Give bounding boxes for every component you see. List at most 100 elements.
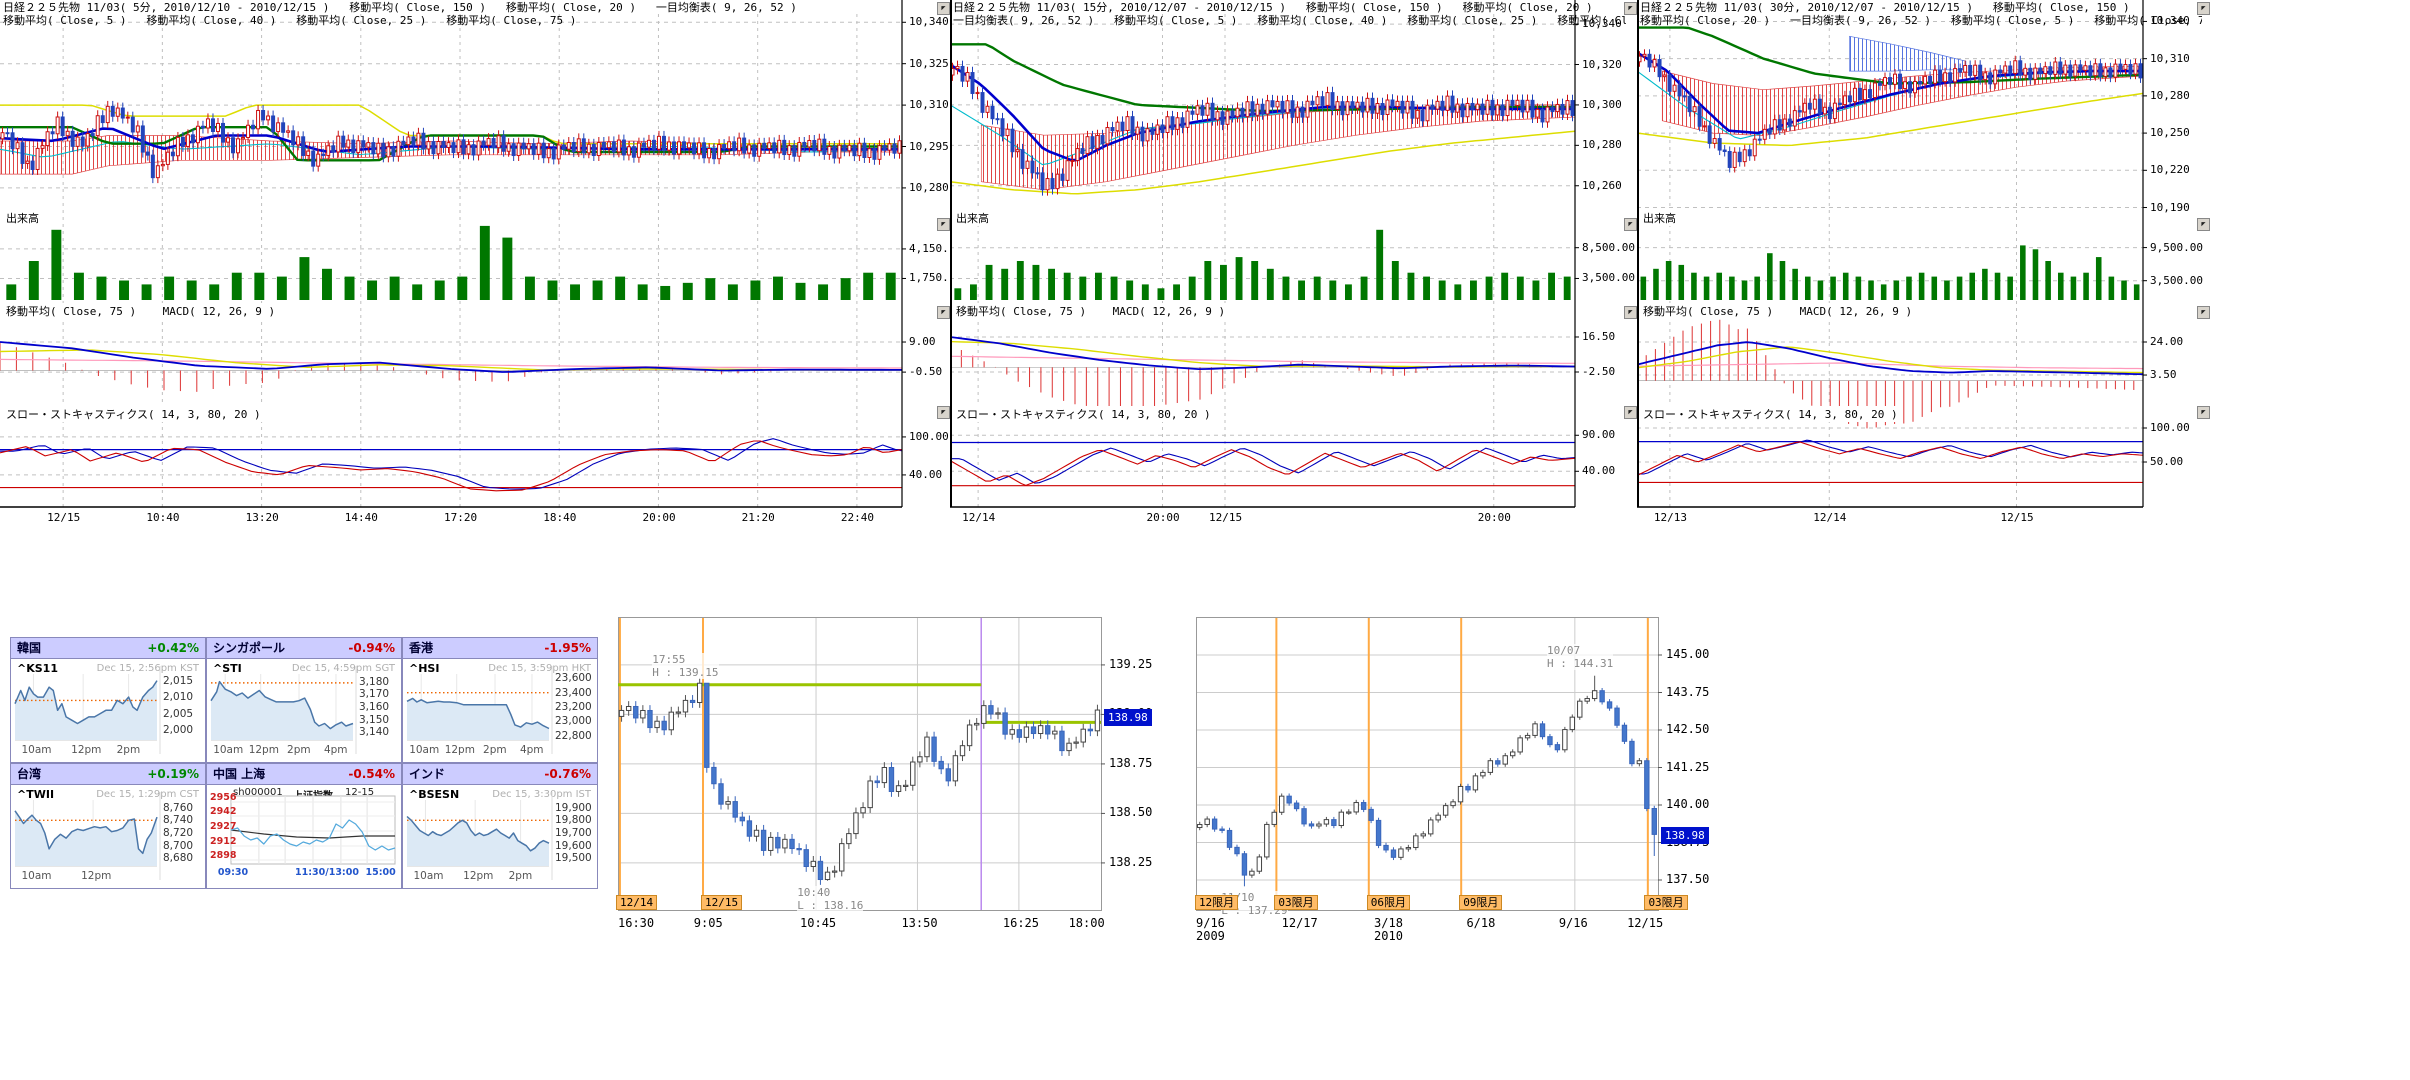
x-axis-tick-label: 6/18 [1466, 916, 1495, 930]
market-mini-chart-taiwan[interactable]: 台湾 +0.19% ^TWII Dec 15, 1:29pm CST © Yah… [10, 763, 206, 889]
chart-title: 日経２２５先物 11/03( 15分, 2010/12/07 - 2010/12… [953, 1, 1593, 14]
y-axis-tick-label: 10,280 [909, 181, 949, 194]
volume-bars-layer [1641, 245, 2140, 300]
current-price-box: 138.98 [1104, 709, 1152, 726]
date-label-box: 12/15 [701, 895, 742, 910]
chart-title: 日経２２５先物 11/03( 5分, 2010/12/10 - 2010/12/… [3, 1, 797, 14]
chart-legend: 移動平均( Close, 5 ) 移動平均( Close, 40 ) 移動平均(… [3, 14, 576, 27]
y-axis-tick-label: 2,005 [163, 708, 193, 720]
panel-scroll-icon[interactable]: ◤ [2197, 406, 2210, 419]
y-axis-tick-label: 90.00 [1582, 428, 1615, 441]
y-axis-tick-label: 10,310 [909, 98, 949, 111]
x-axis-tick-label: 15:00 [366, 867, 396, 878]
panel-scroll-icon[interactable]: ◤ [937, 2, 950, 15]
nikkei225-future-15min-canvas [950, 0, 1637, 540]
date-label-box: 03限月 [1274, 895, 1317, 910]
nikkei225-5min-chart-panel: 日経２２５先物 11/03( 5分, 2010/12/10 - 2010/12/… [0, 0, 950, 540]
panel-scroll-icon[interactable]: ◤ [2197, 306, 2210, 319]
x-axis-tick-label: 12/17 [1282, 916, 1318, 930]
x-axis-tick-label: 14:40 [345, 511, 378, 524]
market-header: 香港 -1.95% [403, 638, 597, 659]
y-axis-tick-label: 140.00 [1666, 797, 1709, 811]
y-axis-tick-label: 8,720 [163, 827, 193, 839]
chart-legend: 移動平均( Close, 20 ) 一目均衡表( 9, 26, 52 ) 移動平… [1640, 14, 2202, 27]
panel-scroll-icon[interactable]: ◤ [1624, 306, 1637, 319]
y-axis-tick-label: 10,300 [1582, 98, 1622, 111]
market-change-badge: -1.95% [544, 638, 591, 658]
price-annotation: 17:55 H : 139.15 [652, 653, 718, 679]
market-mini-chart-hongkong[interactable]: 香港 -1.95% ^HSI Dec 15, 3:59pm HKT © Yaho… [402, 637, 598, 763]
market-change-badge: +0.19% [147, 764, 199, 784]
y-axis-tick-label: 8,740 [163, 814, 193, 826]
panel-scroll-icon[interactable]: ◤ [1624, 2, 1637, 15]
y-axis-tick-label: 137.50 [1666, 872, 1709, 886]
x-axis-tick-label: 18:00 [1069, 916, 1105, 930]
x-axis-tick-label: 22:40 [841, 511, 874, 524]
y-axis-tick-label: 19,600 [555, 840, 592, 852]
volume-section-label: 出来高 [1641, 210, 1678, 226]
market-mini-chart-shanghai[interactable]: 中国 上海 -0.54% sh000001 上证指数 12-15 15:00 s… [206, 763, 402, 889]
trading-screenshot: { "colors":{ "up_candle":"#cc1111","down… [0, 0, 2410, 1080]
y-axis-tick-label: 50.00 [2150, 455, 2183, 468]
market-change-badge: -0.76% [544, 764, 591, 784]
nikkei225-15min-chart-panel: 日経２２５先物 11/03( 15分, 2010/12/07 - 2010/12… [950, 0, 1637, 540]
stochastics-section-label: スロー・ストキャスティクス( 14, 3, 80, 20 ) [1641, 406, 1900, 422]
y-axis-tick-label: 19,700 [555, 827, 592, 839]
macd-section-label: 移動平均( Close, 75 ) MACD( 12, 26, 9 ) [954, 303, 1227, 319]
x-axis-tick-label: 2pm [483, 744, 507, 756]
market-name: シンガポール [213, 638, 285, 658]
y-axis-tick-label: 100.00 [909, 430, 949, 443]
y-axis-tick-label: -0.50 [909, 365, 942, 378]
x-axis-tick-label: 2pm [287, 744, 311, 756]
price-annotation: 10/07 H : 144.31 [1547, 644, 1613, 670]
y-axis-tick-label: 10,295 [909, 140, 949, 153]
y-axis-tick-label: 10,325 [909, 57, 949, 70]
y-axis-tick-label: 23,600 [555, 672, 592, 684]
volume-bars-layer [6, 226, 895, 300]
market-mini-chart-korea[interactable]: 韓国 +0.42% ^KS11 Dec 15, 2:56pm KST © Yah… [10, 637, 206, 763]
y-axis-tick-label: 138.25 [1109, 855, 1152, 869]
x-axis-tick-label: 20:00 [1147, 511, 1180, 524]
x-axis-tick-label: 12pm [249, 744, 279, 756]
y-axis-tick-label: 3,500.00 [1582, 271, 1635, 284]
x-axis-tick-label: 10am [21, 744, 51, 756]
y-axis-tick-label: 22,800 [555, 730, 592, 742]
stochastics-layer [950, 442, 1575, 485]
panel-scroll-icon[interactable]: ◤ [1624, 406, 1637, 419]
y-axis-tick-label: 2,015 [163, 675, 193, 687]
y-axis-tick-label: 10,280 [2150, 89, 2190, 102]
date-label-box: 06限月 [1367, 895, 1410, 910]
x-axis-tick-label: 18:40 [543, 511, 576, 524]
panel-scroll-icon[interactable]: ◤ [937, 406, 950, 419]
market-mini-chart-singapore[interactable]: シンガポール -0.94% ^STI Dec 15, 4:59pm SGT © … [206, 637, 402, 763]
market-mini-chart-india[interactable]: インド -0.76% ^BSESN Dec 15, 3:30pm IST © Y… [402, 763, 598, 889]
x-axis-tick-label: 12/15 [1209, 511, 1242, 524]
panel-scroll-icon[interactable]: ◤ [2197, 218, 2210, 231]
y-axis-tick-label: 4,150. [909, 242, 949, 255]
y-axis-tick-label: 3,500.00 [2150, 274, 2203, 287]
stochastics-section-label: スロー・ストキャスティクス( 14, 3, 80, 20 ) [954, 406, 1213, 422]
y-axis-tick-label: 3,150 [359, 714, 389, 726]
x-axis-tick-label: 12pm [445, 744, 475, 756]
panel-scroll-icon[interactable]: ◤ [937, 218, 950, 231]
panel-scroll-icon[interactable]: ◤ [1624, 218, 1637, 231]
x-axis-tick-label: 12/15 [47, 511, 80, 524]
date-label-box: 09限月 [1459, 895, 1502, 910]
x-axis-tick-label: 4pm [520, 744, 544, 756]
x-axis-tick-label: 16:25 [1003, 916, 1039, 930]
x-axis-tick-label: 10am [21, 870, 51, 882]
ichimoku-cloud-layer [981, 105, 1575, 190]
date-label-box: 12限月 [1195, 895, 1238, 910]
y-axis-tick-label: 138.75 [1109, 756, 1152, 770]
market-header: 台湾 +0.19% [11, 764, 205, 785]
market-header: インド -0.76% [403, 764, 597, 785]
y-axis-tick-label: 2927 [210, 821, 236, 832]
market-name: 台湾 [17, 764, 41, 784]
panel-scroll-icon[interactable]: ◤ [2197, 2, 2210, 15]
stochastics-section-label: スロー・ストキャスティクス( 14, 3, 80, 20 ) [4, 406, 263, 422]
chart-title: 日経２２５先物 11/03( 30分, 2010/12/07 - 2010/12… [1640, 1, 2130, 14]
x-axis-tick-label: 20:00 [1478, 511, 1511, 524]
y-axis-tick-label: 2,010 [163, 691, 193, 703]
x-axis-tick-label: 09:30 [218, 867, 248, 878]
panel-scroll-icon[interactable]: ◤ [937, 306, 950, 319]
